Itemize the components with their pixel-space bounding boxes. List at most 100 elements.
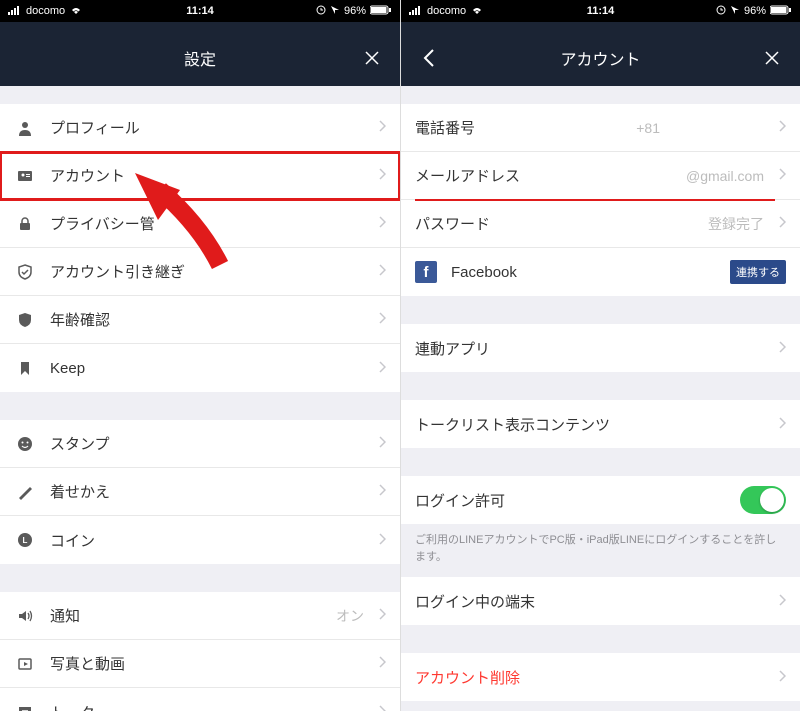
battery-label: 96% <box>744 5 766 17</box>
facebook-link-button[interactable]: 連携する <box>730 260 786 284</box>
alarm-icon <box>716 5 726 18</box>
row-label: 電話番号 <box>415 117 622 138</box>
carrier-label: docomo <box>427 5 466 17</box>
brush-icon <box>14 483 36 501</box>
row-coins[interactable]: L コイン <box>0 516 400 564</box>
wifi-icon <box>69 5 83 18</box>
close-icon <box>362 48 382 68</box>
row-label: アカウント引き継ぎ <box>50 261 364 282</box>
status-bar: docomo 11:14 96% <box>0 0 400 22</box>
row-photos[interactable]: 写真と動画 <box>0 640 400 688</box>
row-label: ログイン中の端末 <box>415 591 764 612</box>
row-label: トークリスト表示コンテンツ <box>415 414 764 435</box>
row-delete-account[interactable]: アカウント削除 <box>401 653 800 701</box>
row-value: 登録完了 <box>708 214 764 234</box>
person-icon <box>14 119 36 137</box>
close-icon <box>762 48 782 68</box>
row-login-allow[interactable]: ログイン許可 <box>401 476 800 524</box>
row-password[interactable]: パスワード 登録完了 <box>401 200 800 248</box>
chevron-right-icon <box>378 215 386 232</box>
clock: 11:14 <box>587 5 615 17</box>
row-age[interactable]: 年齢確認 <box>0 296 400 344</box>
row-phone[interactable]: 電話番号 +81 <box>401 104 800 152</box>
row-label: アカウント削除 <box>415 667 764 688</box>
battery-label: 96% <box>344 5 366 17</box>
row-account[interactable]: アカウント <box>0 152 400 200</box>
battery-icon <box>370 5 392 18</box>
row-linked-apps[interactable]: 連動アプリ <box>401 324 800 372</box>
row-label: アカウント <box>50 165 364 186</box>
row-talk[interactable]: トーク <box>0 688 400 711</box>
chevron-right-icon <box>378 435 386 452</box>
close-button[interactable] <box>744 30 800 86</box>
back-button[interactable] <box>401 30 457 86</box>
row-email[interactable]: メールアドレス @gmail.com <box>401 152 800 200</box>
row-facebook[interactable]: f Facebook 連携する <box>401 248 800 296</box>
chevron-right-icon <box>778 669 786 686</box>
row-label: Facebook <box>451 264 716 281</box>
row-themes[interactable]: 着せかえ <box>0 468 400 516</box>
close-button[interactable] <box>344 30 400 86</box>
row-label: ログイン許可 <box>415 490 726 511</box>
login-allow-toggle[interactable] <box>740 486 786 514</box>
tab-strip <box>401 22 800 30</box>
row-transfer[interactable]: アカウント引き継ぎ <box>0 248 400 296</box>
chevron-right-icon <box>778 215 786 232</box>
settings-screen: docomo 11:14 96% 設定 <box>0 0 400 711</box>
chevron-right-icon <box>378 483 386 500</box>
facebook-icon: f <box>415 261 437 283</box>
row-label: スタンプ <box>50 433 364 454</box>
row-label: 写真と動画 <box>50 653 364 674</box>
row-privacy[interactable]: プライバシー管 <box>0 200 400 248</box>
page-title: 設定 <box>184 46 216 70</box>
chevron-right-icon <box>378 119 386 136</box>
account-list: 電話番号 +81 メールアドレス @gmail.com パスワード 登録完了 f… <box>401 86 800 711</box>
row-label: トーク <box>50 702 364 711</box>
chevron-right-icon <box>378 655 386 672</box>
chevron-right-icon <box>778 119 786 136</box>
coin-icon: L <box>14 531 36 549</box>
chevron-left-icon <box>422 48 436 68</box>
chevron-right-icon <box>378 167 386 184</box>
row-value: +81 <box>636 120 660 136</box>
chat-icon <box>14 703 36 711</box>
chevron-right-icon <box>378 607 386 624</box>
badge-icon <box>14 311 36 329</box>
chevron-right-icon <box>778 593 786 610</box>
chevron-right-icon <box>378 311 386 328</box>
login-allow-help: ご利用のLINEアカウントでPC版・iPad版LINEにログインすることを許しま… <box>401 524 800 577</box>
row-stamps[interactable]: スタンプ <box>0 420 400 468</box>
row-label: プライバシー管 <box>50 213 364 234</box>
row-talk-list[interactable]: トークリスト表示コンテンツ <box>401 400 800 448</box>
row-keep[interactable]: Keep <box>0 344 400 392</box>
row-notifications[interactable]: 通知 オン <box>0 592 400 640</box>
chevron-right-icon <box>378 532 386 549</box>
settings-list: プロフィール アカウント プライバシー管 アカウント引き継ぎ 年齢確認 <box>0 86 400 711</box>
idcard-icon <box>14 167 36 185</box>
signal-icon <box>409 5 423 18</box>
row-login-devices[interactable]: ログイン中の端末 <box>401 577 800 625</box>
shield-check-icon <box>14 263 36 281</box>
wifi-icon <box>470 5 484 18</box>
speaker-icon <box>14 607 36 625</box>
clock: 11:14 <box>186 5 214 17</box>
alarm-icon <box>316 5 326 18</box>
battery-icon <box>770 5 792 18</box>
row-label: メールアドレス <box>415 165 598 186</box>
row-label: 着せかえ <box>50 481 364 502</box>
page-title: アカウント <box>560 46 640 70</box>
signal-icon <box>8 5 22 18</box>
row-label: コイン <box>50 530 364 551</box>
chevron-right-icon <box>378 704 386 711</box>
row-value: オン <box>336 606 364 626</box>
location-icon <box>730 5 740 18</box>
tab-strip <box>0 22 400 30</box>
row-profile[interactable]: プロフィール <box>0 104 400 152</box>
chevron-right-icon <box>778 416 786 433</box>
annotation-underline <box>415 199 775 201</box>
chevron-right-icon <box>778 340 786 357</box>
row-label: プロフィール <box>50 117 364 138</box>
chevron-right-icon <box>778 167 786 184</box>
row-label: パスワード <box>415 213 694 234</box>
smile-icon <box>14 435 36 453</box>
